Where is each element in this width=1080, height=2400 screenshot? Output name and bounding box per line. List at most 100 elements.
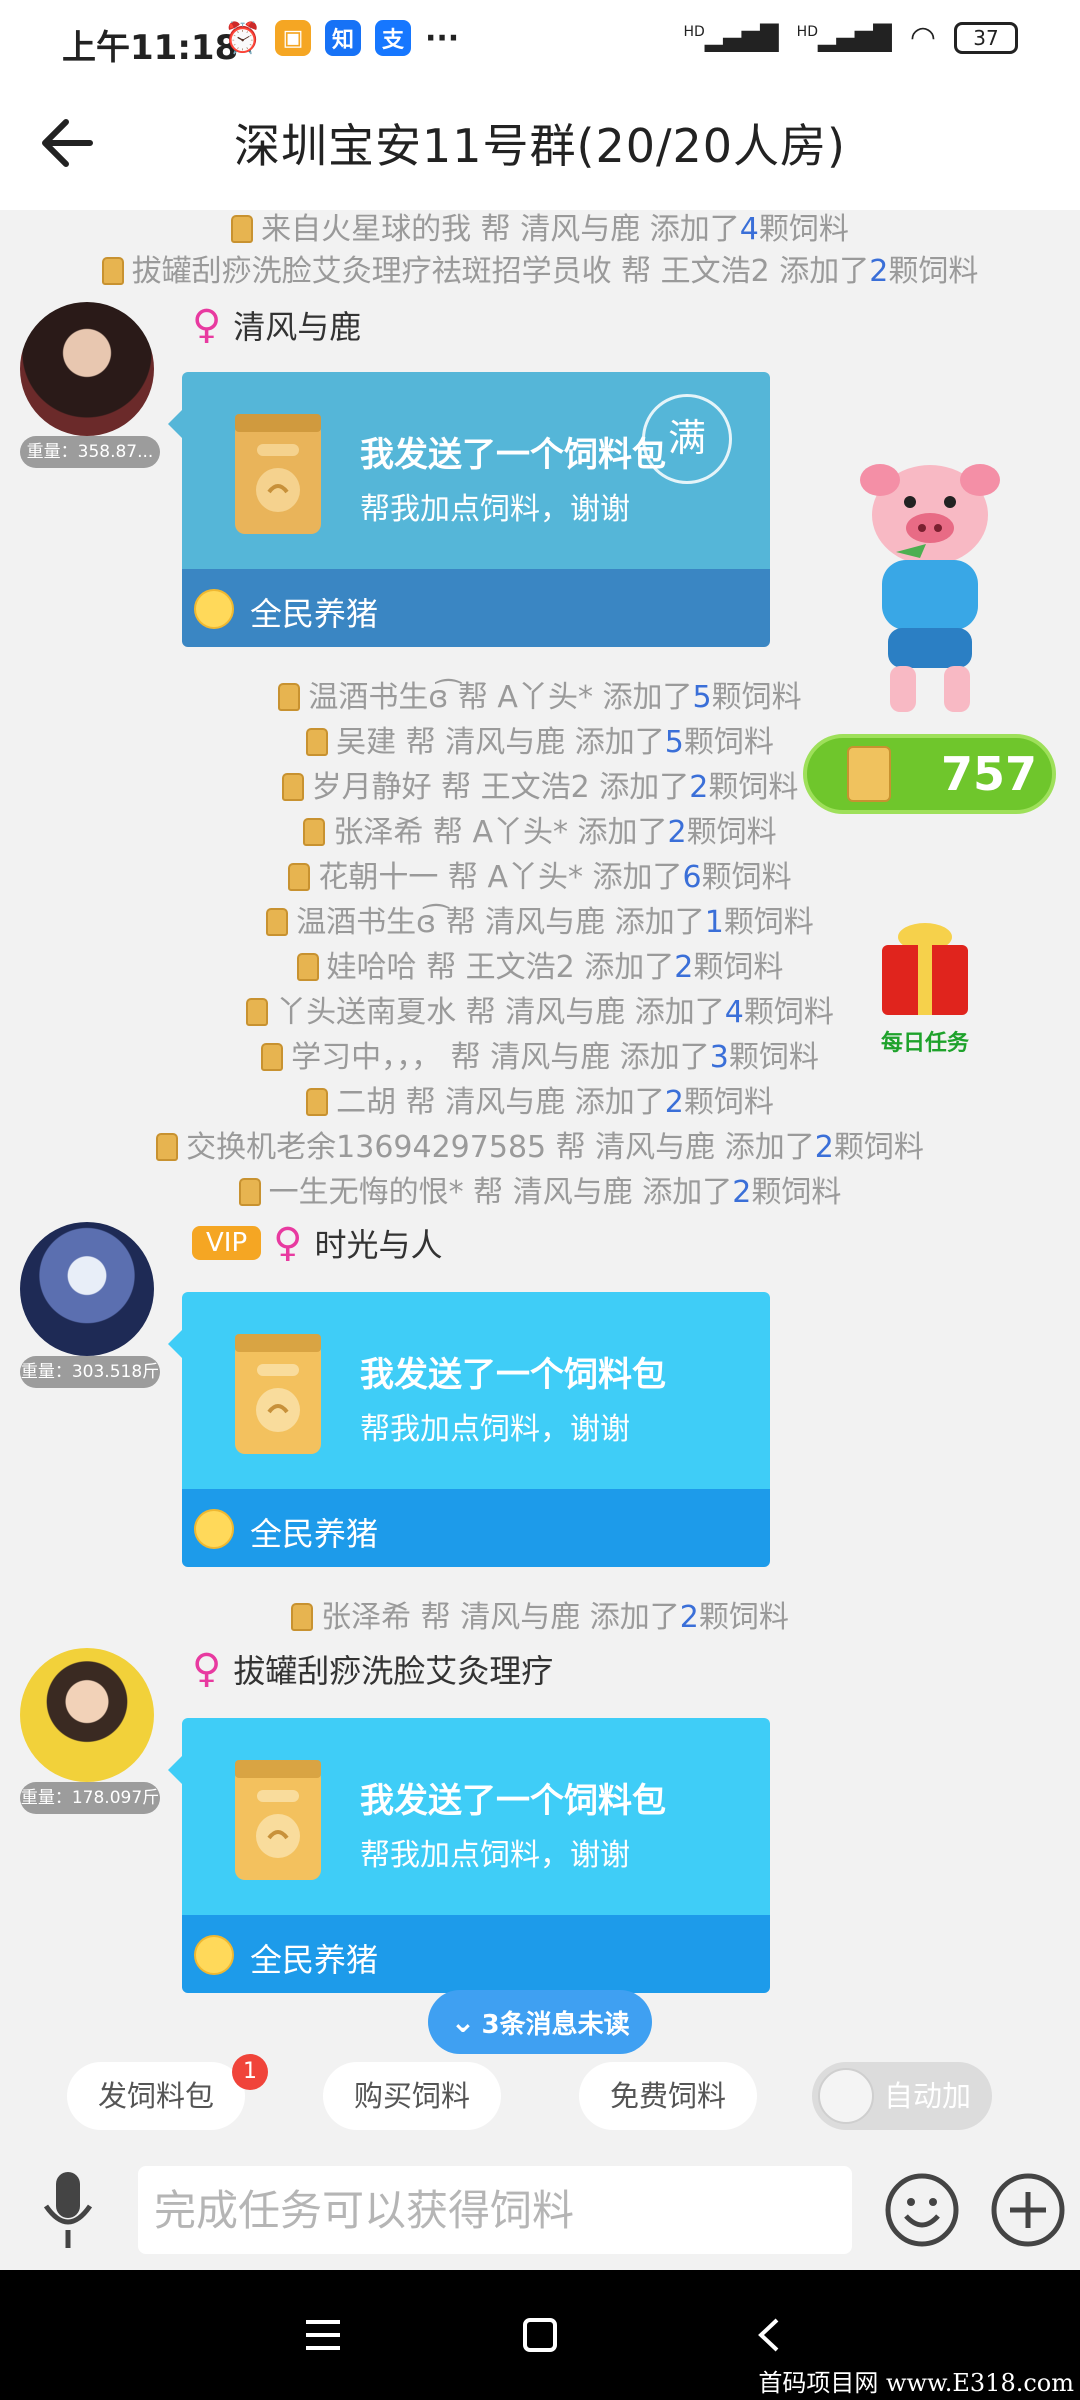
alarm-icon: ⏰ [224,20,262,56]
card-footer: 全民养猪 [250,1515,379,1553]
feed-bag-icon [261,1043,284,1071]
status-app-icons: ⏰ ▣ 知 支 ··· [224,20,460,56]
system-message: 岁月静好 帮 王文浩2 添加了2颗饲料 [0,762,1080,806]
avatar[interactable] [20,302,154,436]
card-subtitle: 帮我加点饲料，谢谢 [360,1412,630,1447]
wifi-icon: ◠ [909,20,936,55]
feed-bag-icon [156,1133,179,1161]
input-bar [0,2150,1080,2270]
microphone-icon[interactable] [36,2168,100,2252]
system-message: 花朝十一 帮 A丫头* 添加了6颗饲料 [0,852,1080,896]
pig-smile-icon [194,1935,234,1975]
feed-request-card[interactable]: 我发送了一个饲料包 帮我加点饲料，谢谢 全民养猪 [168,1718,770,1993]
daily-task-button[interactable]: 每日任务 [870,915,980,1056]
watermark: 首码项目网 www.E318.com [758,2369,1074,2397]
full-stamp: 满 [642,394,732,484]
zhihu-icon: 知 [325,20,361,56]
card-footer: 全民养猪 [250,1941,379,1979]
feed-bag-icon [101,257,124,285]
toggle-knob [818,2068,874,2124]
feed-bag-icon [278,683,301,711]
feed-bag-icon [235,1760,321,1880]
feed-bag-icon [246,998,269,1026]
auto-add-label: 自动加 [884,2079,972,2113]
card-title: 我发送了一个饲料包 [360,435,666,475]
auto-add-toggle[interactable]: 自动加 [812,2062,992,2130]
emoji-icon[interactable] [884,2172,960,2248]
feed-bag-icon [288,863,311,891]
buy-feed-button[interactable]: 购买饲料 [323,2062,501,2130]
username: 拔罐刮痧洗脸艾灸理疗 [233,1652,554,1690]
free-feed-button[interactable]: 免费饲料 [579,2062,757,2130]
alipay-icon: 支 [375,20,411,56]
weight-tag: 重量：358.87... [20,436,160,468]
signal-icon-1: HD▂▄▆█ [683,23,779,52]
weight-tag: 重量：303.518斤 [20,1356,160,1388]
double-chevron-down-icon: ⌄ [450,2004,476,2040]
username-row: ♀ 清风与鹿 [192,302,361,348]
plus-icon[interactable] [990,2172,1066,2248]
system-message: 来自火星球的我 帮 清风与鹿 添加了4颗饲料 [0,210,1080,248]
message-input[interactable] [138,2166,852,2254]
username-row: VIP ♀ 时光与人 [192,1220,442,1266]
unread-label: 3条消息未读 [481,2009,630,2040]
system-nav-bar: 首码项目网 www.E318.com [0,2270,1080,2400]
feed-bag-icon [231,215,254,243]
feed-bag-icon [306,1088,329,1116]
system-message: 拔罐刮痧洗脸艾灸理疗祛斑招学员收 帮 王文浩2 添加了2颗饲料 [0,246,1080,290]
status-indicators: HD▂▄▆█ HD▂▄▆█ ◠ 37 [684,20,1018,55]
send-feed-pack-button[interactable]: 发饲料包 [67,2062,245,2130]
home-icon[interactable] [515,2312,565,2358]
group-title: 深圳宝安11号群(20/20人房) [234,119,846,173]
card-footer: 全民养猪 [250,595,379,633]
status-bar: 上午11:18 ⏰ ▣ 知 支 ··· HD▂▄▆█ HD▂▄▆█ ◠ 37 [0,0,1080,80]
daily-task-label: 每日任务 [880,1031,969,1056]
feed-bag-icon [266,908,289,936]
username: 时光与人 [314,1226,443,1264]
card-title: 我发送了一个饲料包 [360,1781,666,1821]
female-icon: ♀ [192,302,222,348]
unread-messages-button[interactable]: ⌄ 3条消息未读 [428,1990,652,2054]
chat-area[interactable]: 来自火星球的我 帮 清风与鹿 添加了4颗饲料 拔罐刮痧洗脸艾灸理疗祛斑招学员收 … [0,210,1080,2045]
feed-bag-icon [238,1178,261,1206]
feed-request-card[interactable]: 我发送了一个饲料包 帮我加点饲料，谢谢 满 全民养猪 [168,372,770,647]
avatar[interactable] [20,1222,154,1356]
message-app-icon: ▣ [275,20,311,56]
female-icon: ♀ [192,1646,222,1692]
feed-bag-icon [235,1334,321,1454]
battery-icon: 37 [954,21,1018,54]
card-title: 我发送了一个饲料包 [360,1355,666,1395]
feed-bag-icon [303,818,326,846]
back-icon[interactable] [745,2312,795,2358]
feed-request-card[interactable]: 我发送了一个饲料包 帮我加点饲料，谢谢 全民养猪 [168,1292,770,1567]
system-message: 张泽希 帮 清风与鹿 添加了2颗饲料 [0,1592,1080,1636]
pig-smile-icon [194,1509,234,1549]
menu-icon[interactable] [298,2312,348,2358]
notification-badge: 1 [232,2054,268,2090]
system-message: 二胡 帮 清风与鹿 添加了2颗饲料 [0,1077,1080,1121]
card-subtitle: 帮我加点饲料，谢谢 [360,492,630,527]
feed-bag-icon [235,414,321,534]
system-message: 交换机老余13694297585 帮 清风与鹿 添加了2颗饲料 [0,1122,1080,1166]
feed-bag-icon [291,1603,314,1631]
feed-bag-icon [306,728,329,756]
username: 清风与鹿 [233,308,362,346]
pig-smile-icon [194,589,234,629]
female-icon: ♀ [273,1220,303,1266]
system-message: 温酒书生ɞ͡ 帮 A丫头* 添加了5颗饲料 [0,672,1080,716]
weight-tag: 重量：178.097斤 [20,1782,160,1814]
status-time: 上午11:18 [62,28,239,68]
card-subtitle: 帮我加点饲料，谢谢 [360,1838,630,1873]
signal-icon-2: HD▂▄▆█ [796,23,892,52]
action-chips: 发饲料包 1 购买饲料 免费饲料 自动加 [0,2054,1080,2132]
feed-bag-icon [281,773,304,801]
feed-bag-icon [296,953,319,981]
system-message: 张泽希 帮 A丫头* 添加了2颗饲料 [0,807,1080,851]
more-notifications-icon: ··· [425,20,460,56]
system-message: 一生无悔的恨* 帮 清风与鹿 添加了2颗饲料 [0,1167,1080,1211]
system-message: 吴建 帮 清风与鹿 添加了5颗饲料 [0,717,1080,761]
username-row: ♀ 拔罐刮痧洗脸艾灸理疗 [192,1646,553,1692]
vip-badge: VIP [192,1226,262,1260]
avatar[interactable] [20,1648,154,1782]
chat-header: 深圳宝安11号群(20/20人房) [0,80,1080,210]
